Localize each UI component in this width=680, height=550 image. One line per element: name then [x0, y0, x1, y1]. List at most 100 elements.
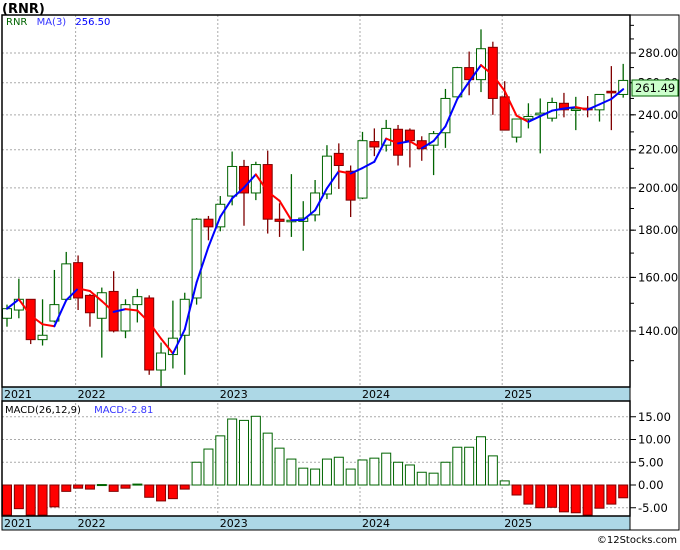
- macd-bar-positive: [251, 416, 260, 485]
- candle-up: [571, 97, 580, 130]
- macd-bars: [3, 416, 628, 515]
- macd-bar-negative: [145, 485, 154, 497]
- price-grid: [2, 15, 630, 530]
- macd-tick-label: -5.00: [638, 501, 668, 515]
- macd-bar-negative: [85, 485, 94, 489]
- year-label: 2024: [362, 517, 390, 530]
- candle-body: [85, 295, 94, 312]
- year-label: 2022: [78, 388, 106, 401]
- candle-body: [26, 299, 35, 339]
- candle-down: [559, 93, 568, 117]
- macd-tick-label: 10.00: [638, 433, 671, 447]
- macd-bar-positive: [299, 468, 308, 485]
- year-label: 2025: [504, 517, 532, 530]
- candle-down: [405, 128, 414, 167]
- macd-bar-positive: [500, 481, 509, 485]
- candle-body: [97, 293, 106, 319]
- candle-body: [3, 309, 12, 319]
- candle-body: [500, 97, 509, 130]
- macd-bar-positive: [97, 485, 106, 486]
- candle-up: [133, 289, 142, 323]
- macd-bar-positive: [322, 459, 331, 485]
- candle-body: [133, 297, 142, 305]
- macd-bar-positive: [488, 456, 497, 485]
- macd-bar-negative: [3, 485, 12, 515]
- candle-body: [346, 171, 355, 200]
- candle-body: [228, 166, 237, 196]
- ma-segment: [564, 107, 576, 108]
- macd-bar-negative: [583, 485, 592, 515]
- year-label: 2024: [362, 388, 390, 401]
- macd-bar-positive: [417, 472, 426, 485]
- year-label: 2021: [4, 388, 32, 401]
- macd-bar-negative: [74, 485, 83, 488]
- candle-up: [251, 162, 260, 200]
- candle-body: [145, 298, 154, 370]
- candle-body: [240, 166, 249, 193]
- candle-up: [299, 201, 308, 251]
- macd-bar-positive: [453, 447, 462, 485]
- candle-body: [571, 109, 580, 111]
- candle-down: [275, 203, 284, 237]
- watermark: ©12Stocks.com: [597, 535, 677, 546]
- macd-bar-positive: [133, 484, 142, 485]
- macd-bar-positive: [216, 436, 225, 485]
- macd-bar-positive: [394, 462, 403, 485]
- macd-bar-positive: [382, 453, 391, 485]
- macd-bar-positive: [429, 473, 438, 485]
- macd-bar-negative: [62, 485, 71, 491]
- candle-up: [512, 119, 521, 142]
- macd-bar-positive: [477, 437, 486, 485]
- year-label: 2023: [220, 517, 248, 530]
- candle-down: [109, 271, 118, 332]
- candle-body: [157, 353, 166, 370]
- macd-bar-positive: [358, 460, 367, 485]
- macd-bar-positive: [346, 469, 355, 485]
- candle-body: [38, 335, 47, 339]
- candle-up: [62, 252, 71, 301]
- macd-bar-positive: [370, 458, 379, 485]
- price-tick-label: 220.00: [638, 143, 678, 157]
- candle-up: [477, 29, 486, 92]
- ma-segment: [43, 324, 55, 326]
- macd-bar-negative: [109, 485, 118, 491]
- candle-body: [405, 130, 414, 141]
- macd-bar-positive: [275, 448, 284, 485]
- macd-bar-negative: [512, 485, 521, 495]
- macd-tick-label: 5.00: [638, 455, 664, 469]
- price-tick-label: 280.00: [638, 46, 678, 60]
- candle-body: [607, 91, 616, 93]
- macd-bar-negative: [14, 485, 23, 509]
- candle-down: [334, 143, 343, 189]
- price-tick-label: 240.00: [638, 108, 678, 122]
- macd-bar-negative: [595, 485, 604, 508]
- macd-bar-negative: [38, 485, 47, 515]
- candle-down: [500, 81, 509, 130]
- macd-bar-positive: [263, 433, 272, 485]
- candle-body: [334, 153, 343, 165]
- stock-chart: (RNR) 2021202120222022202320232024202420…: [0, 0, 680, 546]
- year-label: 2021: [4, 517, 32, 530]
- macd-bar-positive: [192, 462, 201, 485]
- macd-legend-label: MACD(26,12,9): [5, 405, 81, 416]
- ma-segment: [280, 201, 292, 220]
- candle-body: [370, 142, 379, 147]
- macd-bar-negative: [524, 485, 533, 504]
- candle-up: [121, 299, 130, 338]
- candle-up: [311, 180, 320, 221]
- macd-bar-negative: [50, 485, 59, 507]
- macd-bar-positive: [204, 449, 213, 485]
- candle-down: [465, 52, 474, 96]
- macd-legend: MACD(26,12,9) MACD:-2.81: [5, 405, 153, 416]
- price-tick-label: 140.00: [638, 324, 678, 338]
- candle-body: [453, 68, 462, 97]
- candle-up: [524, 103, 533, 128]
- price-tick-label: 200.00: [638, 181, 678, 195]
- macd-bar-negative: [168, 485, 177, 499]
- macd-bar-negative: [559, 485, 568, 512]
- macd-bar-negative: [180, 485, 189, 489]
- macd-bar-positive: [441, 462, 450, 485]
- macd-bar-positive: [334, 457, 343, 485]
- macd-bar-positive: [405, 465, 414, 485]
- candle-down: [85, 294, 94, 327]
